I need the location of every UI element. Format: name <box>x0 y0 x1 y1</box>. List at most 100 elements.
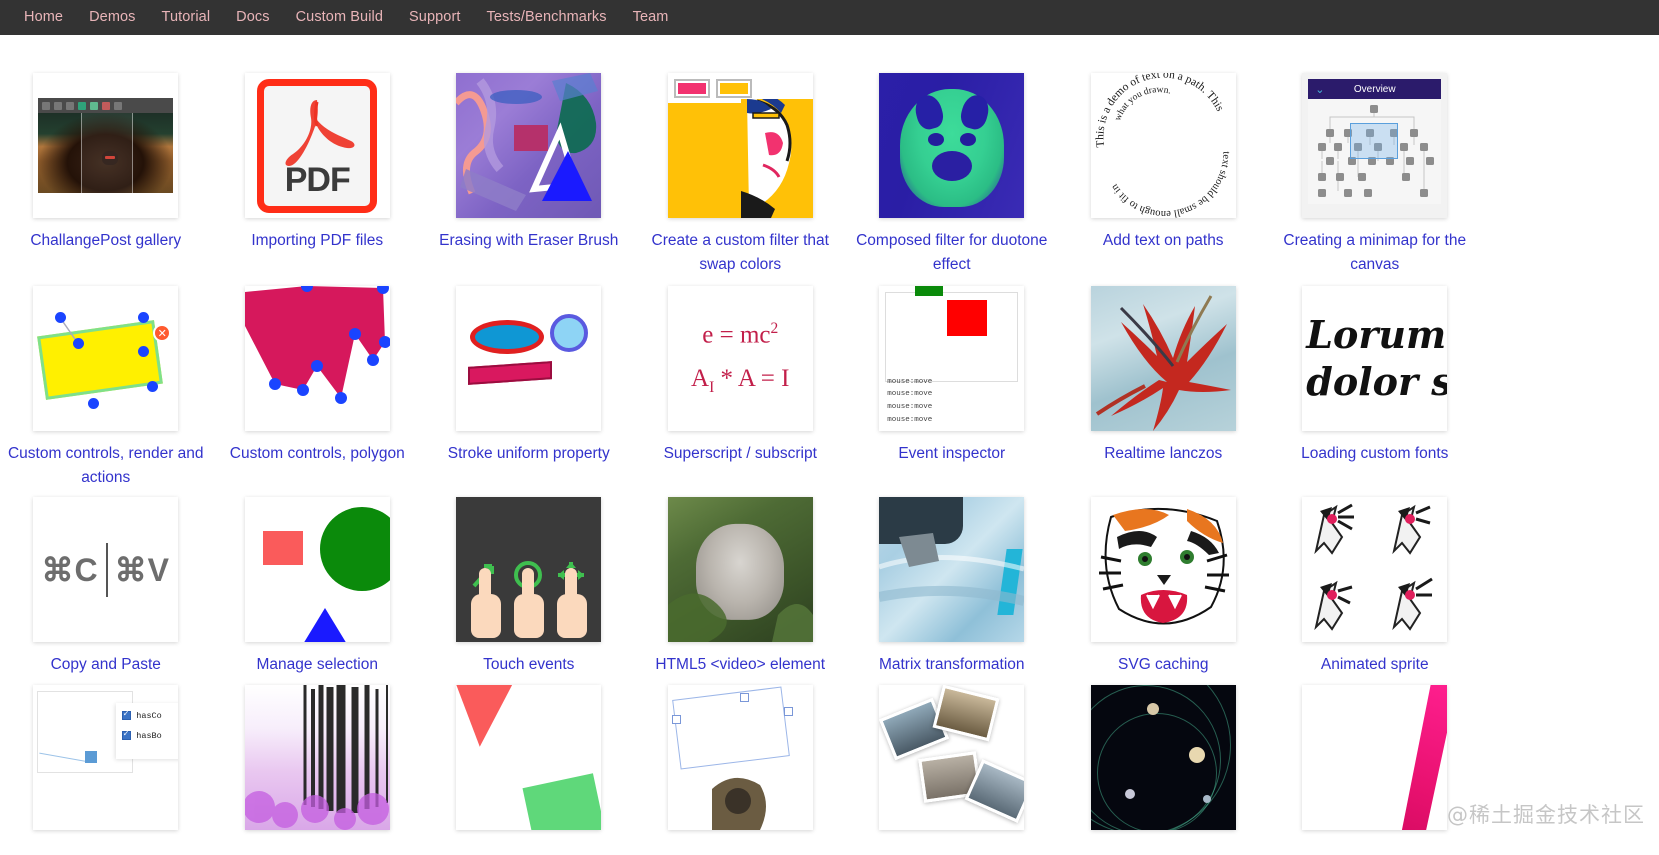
demo-thumbnail[interactable] <box>1302 684 1448 830</box>
demo-thumbnail[interactable] <box>1090 286 1236 432</box>
demo-thumbnail[interactable] <box>1090 497 1236 643</box>
demo-thumbnail[interactable] <box>456 497 602 643</box>
demo-thumbnail[interactable] <box>879 73 1025 218</box>
demo-caption[interactable]: Loading custom fonts <box>1277 442 1473 466</box>
demo-thumbnail[interactable]: ⌘C ⌘V <box>33 497 179 643</box>
demo-card-html5-video-element[interactable]: HTML5 <video> element <box>635 497 847 677</box>
math-formula-icon: e = mc2 AI * A = I <box>667 286 813 432</box>
demo-caption[interactable]: Add text on paths <box>1065 229 1261 253</box>
demo-thumbnail[interactable] <box>244 286 390 432</box>
demo-card-add-text-on-paths[interactable]: This is a demo of text on a path. This t… <box>1058 73 1270 276</box>
demo-card-freedraw-polygon[interactable] <box>635 684 847 830</box>
checkbox-icon[interactable] <box>122 729 132 741</box>
demo-thumbnail[interactable] <box>879 684 1025 830</box>
demo-card-stroke-uniform-property[interactable]: Stroke uniform property <box>423 286 635 489</box>
demo-card-custom-controls-polygon[interactable]: Custom controls, polygon <box>212 286 424 489</box>
demo-card-svg-caching[interactable]: SVG caching <box>1058 497 1270 677</box>
demo-thumbnail[interactable] <box>667 684 813 830</box>
demo-thumbnail[interactable]: hasCo hasBo <box>33 684 179 830</box>
nav-item-docs[interactable]: Docs <box>223 0 282 35</box>
demo-thumbnail[interactable] <box>1302 497 1448 643</box>
demo-thumbnail[interactable] <box>33 73 179 218</box>
checkbox-row[interactable]: hasCo <box>122 709 178 721</box>
demo-card-custom-controls-render[interactable]: ✕ Custom controls, render and actions <box>0 286 212 489</box>
demo-thumbnail[interactable]: This is a demo of text on a path. This t… <box>1090 73 1236 218</box>
demo-card-create-custom-filter-swap-colors[interactable]: Create a custom filter that swap colors <box>635 73 847 276</box>
demo-caption[interactable]: Composed filter for duotone effect <box>854 229 1050 276</box>
demo-card-superscript-subscript[interactable]: e = mc2 AI * A = I Superscript / subscri… <box>635 286 847 489</box>
demo-thumbnail[interactable]: PDF <box>244 73 390 218</box>
swatch-yellow[interactable] <box>715 79 752 98</box>
polygon-shape <box>244 286 390 405</box>
demo-card-object-properties[interactable]: hasCo hasBo <box>0 684 212 830</box>
checkbox-row[interactable]: hasBo <box>122 729 178 741</box>
demo-caption[interactable]: Touch events <box>431 653 627 677</box>
demo-card-importing-pdf-files[interactable]: PDF Importing PDF files <box>212 73 424 276</box>
minimap-panel-title: Overview <box>1353 83 1396 95</box>
demo-thumbnail[interactable]: ✕ <box>33 286 179 432</box>
demo-card-scattered-photos[interactable] <box>846 684 1058 830</box>
nav-item-demos[interactable]: Demos <box>76 0 148 35</box>
demo-thumbnail[interactable]: ⌄ Overview <box>1302 73 1448 218</box>
demo-card-realtime-lanczos[interactable]: Realtime lanczos <box>1058 286 1270 489</box>
demo-caption[interactable]: Custom controls, polygon <box>219 442 415 466</box>
photo-editor-screenshot-icon <box>33 73 179 218</box>
nav-item-team[interactable]: Team <box>620 0 682 35</box>
swatch-pink[interactable] <box>673 79 710 98</box>
demo-card-pink-gradient[interactable] <box>1269 684 1481 830</box>
demo-thumbnail[interactable] <box>667 497 813 643</box>
chevron-down-icon[interactable]: ⌄ <box>1315 83 1324 96</box>
demo-card-creating-minimap[interactable]: ⌄ Overview Creating a minimap for the ca… <box>1269 73 1481 276</box>
demo-card-space-planets[interactable] <box>1058 684 1270 830</box>
demo-caption[interactable]: Create a custom filter that swap colors <box>642 229 838 276</box>
demo-caption[interactable]: Manage selection <box>219 653 415 677</box>
checkbox-icon[interactable] <box>122 709 132 721</box>
demo-card-event-inspector[interactable]: mouse:move mouse:move mouse:move mouse:m… <box>846 286 1058 489</box>
keyboard-shortcuts-icon: ⌘C ⌘V <box>33 497 179 643</box>
demo-caption[interactable]: ChallangePost gallery <box>8 229 204 253</box>
demo-caption[interactable]: Custom controls, render and actions <box>8 442 204 489</box>
nav-item-tutorial[interactable]: Tutorial <box>149 0 224 35</box>
demo-caption[interactable]: Animated sprite <box>1277 653 1473 677</box>
demo-caption[interactable]: Copy and Paste <box>8 653 204 677</box>
demo-thumbnail[interactable]: Lorum dolor s <box>1302 286 1448 432</box>
demo-card-matrix-transformation[interactable]: Matrix transformation <box>846 497 1058 677</box>
demo-card-purple-wave[interactable] <box>212 684 424 830</box>
demo-caption[interactable]: Stroke uniform property <box>431 442 627 466</box>
nav-item-support[interactable]: Support <box>396 0 474 35</box>
demo-caption[interactable]: SVG caching <box>1065 653 1261 677</box>
demo-card-copy-and-paste[interactable]: ⌘C ⌘V Copy and Paste <box>0 497 212 677</box>
demo-caption[interactable]: Event inspector <box>854 442 1050 466</box>
demo-thumbnail[interactable] <box>456 684 602 830</box>
minimap-viewport[interactable] <box>1350 123 1399 159</box>
demo-caption[interactable]: Realtime lanczos <box>1065 442 1261 466</box>
nav-item-tests-benchmarks[interactable]: Tests/Benchmarks <box>474 0 620 35</box>
demo-thumbnail[interactable] <box>879 497 1025 643</box>
demo-caption[interactable]: Matrix transformation <box>854 653 1050 677</box>
nav-item-home[interactable]: Home <box>11 0 76 35</box>
demo-card-animated-sprite[interactable]: Animated sprite <box>1269 497 1481 677</box>
demo-thumbnail[interactable] <box>244 684 390 830</box>
demo-card-erasing-with-eraser-brush[interactable]: Erasing with Eraser Brush <box>423 73 635 276</box>
demo-caption[interactable]: Erasing with Eraser Brush <box>431 229 627 253</box>
demo-thumbnail[interactable] <box>244 497 390 643</box>
demo-caption[interactable]: HTML5 <video> element <box>642 653 838 677</box>
demo-thumbnail[interactable] <box>667 73 813 218</box>
demo-caption[interactable]: Creating a minimap for the canvas <box>1277 229 1473 276</box>
demo-thumbnail[interactable] <box>456 73 602 218</box>
demo-thumbnail[interactable]: mouse:move mouse:move mouse:move mouse:m… <box>879 286 1025 432</box>
demo-thumbnail[interactable] <box>456 286 602 432</box>
demo-card-loading-custom-fonts[interactable]: Lorum dolor s Loading custom fonts <box>1269 286 1481 489</box>
demo-card-touch-events[interactable]: Touch events <box>423 497 635 677</box>
demo-thumbnail[interactable]: e = mc2 AI * A = I <box>667 286 813 432</box>
demo-card-composed-filter-duotone[interactable]: Composed filter for duotone effect <box>846 73 1058 276</box>
demo-thumbnail[interactable] <box>1090 684 1236 830</box>
demo-card-manage-selection[interactable]: Manage selection <box>212 497 424 677</box>
demo-caption[interactable]: Superscript / subscript <box>642 442 838 466</box>
pink-gradient-wedge-icon <box>1302 684 1448 830</box>
freedraw-polygon-photo-icon <box>667 684 813 830</box>
nav-item-custom-build[interactable]: Custom Build <box>283 0 396 35</box>
demo-card-red-green-shapes[interactable] <box>423 684 635 830</box>
demo-caption[interactable]: Importing PDF files <box>219 229 415 253</box>
demo-card-challangepost-gallery[interactable]: ChallangePost gallery <box>0 73 212 276</box>
